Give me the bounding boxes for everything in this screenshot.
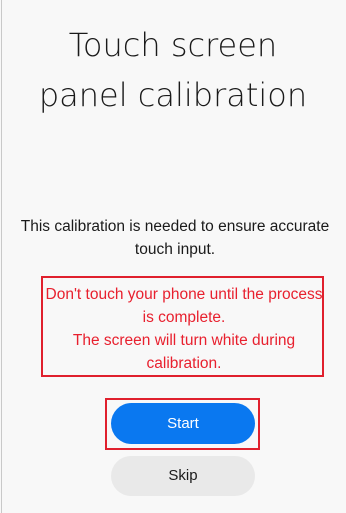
warning-line-1: Don't touch your phone until the process… xyxy=(45,286,323,326)
page-title-line-1: Touch screen xyxy=(68,26,278,64)
page-title-line-2: panel calibration xyxy=(38,76,308,114)
warning-text: Don't touch your phone until the process… xyxy=(44,283,324,375)
page-title: Touch screen panel calibration xyxy=(0,20,346,120)
info-text: This calibration is needed to ensure acc… xyxy=(20,218,330,258)
warning-line-2: The screen will turn white during calibr… xyxy=(72,332,296,372)
calibration-screen: Touch screen panel calibration This cali… xyxy=(0,0,346,513)
start-button[interactable]: Start xyxy=(111,403,255,444)
skip-button[interactable]: Skip xyxy=(111,456,255,496)
